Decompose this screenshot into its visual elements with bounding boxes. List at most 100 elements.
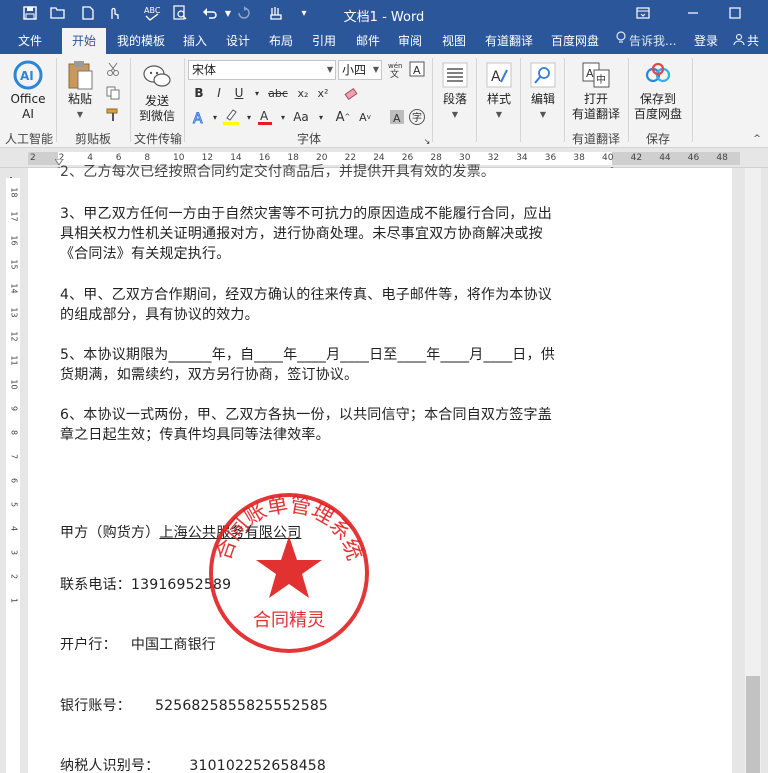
find-icon: [528, 60, 558, 90]
paste-icon: [65, 60, 95, 90]
tell-me-box[interactable]: 告诉我...: [616, 28, 676, 54]
group-font-label: 字体: [296, 132, 321, 146]
vertical-ruler-number: 8: [9, 429, 19, 436]
font-name-combo[interactable]: 宋体 ▼: [188, 60, 336, 80]
tab-references[interactable]: 引用: [304, 28, 344, 54]
tab-review[interactable]: 审阅: [390, 28, 430, 54]
styles-dropdown-icon: ▼: [495, 110, 503, 119]
superscript-icon[interactable]: x²: [314, 84, 332, 102]
strikethrough-icon[interactable]: abc: [266, 84, 290, 102]
share-label: 共: [747, 34, 760, 48]
vertical-ruler-number: 5: [9, 501, 19, 508]
tab-baidu-netdisk[interactable]: 百度网盘: [544, 28, 606, 54]
svg-text:中: 中: [596, 73, 606, 86]
svg-text:AI: AI: [20, 69, 34, 83]
ruler-number: 38: [573, 153, 585, 163]
ribbon: AI Office AI 人工智能 粘贴 ▼ 剪贴板 发送 到微信 文件传输 宋…: [0, 54, 768, 148]
editing-button[interactable]: 编辑 ▼: [524, 60, 562, 122]
word-window: ABC ▼ ▾ 文档1 - Word 文件 开始 我的模板 插入 设计 布局 引…: [0, 0, 768, 773]
bank-line: 开户行： 中国工商银行: [60, 634, 216, 654]
paragraph-icon: [440, 60, 470, 90]
document-page[interactable]: 2、乙方每次已经按照合同约定交付商品后，并提供开具有效的发票。 3、甲乙双方任何…: [28, 164, 732, 773]
office-ai-label-2: AI: [22, 107, 34, 121]
copy-icon[interactable]: [104, 84, 122, 102]
first-line-indent-icon[interactable]: [54, 150, 64, 166]
vertical-ruler-number: 12: [9, 331, 19, 342]
svg-text:A: A: [586, 67, 594, 80]
paste-button[interactable]: 粘贴 ▼: [62, 60, 98, 122]
login-link[interactable]: 登录: [694, 28, 718, 54]
send-label-2: 到微信: [138, 109, 175, 123]
paragraph-button[interactable]: 段落 ▼: [436, 60, 474, 122]
vertical-ruler-number: 11: [9, 355, 19, 366]
clause-4-line-1: 4、甲、乙双方合作期间，经双方确认的往来传真、电子邮件等，将作为本协议: [60, 287, 552, 303]
character-shading-icon[interactable]: A: [388, 108, 406, 126]
svg-text:文: 文: [390, 68, 399, 78]
group-separator: [432, 58, 433, 142]
tab-home[interactable]: 开始: [62, 28, 106, 54]
cut-icon[interactable]: [104, 60, 122, 78]
tab-insert[interactable]: 插入: [176, 28, 214, 54]
clause-3-line-1: 3、甲乙双方任何一方由于自然灾害等不可抗力的原因造成不能履行合同，应出: [60, 206, 552, 222]
bold-icon[interactable]: B: [190, 84, 208, 102]
send-to-wechat-button[interactable]: 发送 到微信: [134, 62, 180, 124]
tab-layout[interactable]: 布局: [262, 28, 300, 54]
clear-formatting-icon[interactable]: [342, 84, 360, 102]
grow-font-icon[interactable]: A ^: [334, 108, 352, 126]
clause-3-line-2: 具相关权力性机关证明通报对方，进行协商处理。未尽事宜双方协商解决或按: [60, 226, 543, 242]
styles-button[interactable]: A 样式 ▼: [480, 60, 518, 122]
ribbon-display-icon[interactable]: [632, 2, 654, 24]
maximize-icon[interactable]: [724, 2, 746, 24]
ruler-number: 34: [516, 153, 528, 163]
share-button[interactable]: 共: [733, 28, 759, 54]
scrollbar-thumb[interactable]: [746, 676, 760, 773]
italic-icon[interactable]: I: [210, 84, 228, 102]
ruler-number: 36: [544, 153, 557, 163]
office-ai-button[interactable]: AI Office AI: [8, 60, 48, 122]
right-indent-icon[interactable]: [607, 160, 617, 176]
tab-my-templates[interactable]: 我的模板: [110, 28, 172, 54]
ruler-number: 48: [716, 153, 728, 163]
font-size-combo[interactable]: 小四 ▼: [338, 60, 382, 80]
editing-dropdown-icon: ▼: [539, 110, 547, 119]
format-painter-icon[interactable]: [104, 106, 122, 124]
tab-design[interactable]: 设计: [218, 28, 258, 54]
highlight-icon[interactable]: [222, 108, 240, 126]
phonetic-guide-icon[interactable]: wén 文: [386, 60, 406, 78]
group-translate-label: 有道翻译: [571, 132, 620, 146]
clause-5-line-2: 货期满，如需续约，双方另行协商，签订协议。: [60, 367, 359, 383]
vertical-ruler-number: 7: [9, 453, 19, 460]
group-separator: [564, 58, 565, 142]
collapse-ribbon-icon[interactable]: ^: [748, 130, 766, 148]
shrink-font-icon[interactable]: Av: [356, 108, 374, 126]
change-case-icon[interactable]: Aa: [290, 108, 312, 126]
tab-file[interactable]: 文件: [8, 28, 52, 54]
minimize-icon[interactable]: [682, 2, 704, 24]
translate-icon: A中: [581, 60, 611, 90]
editing-label: 编辑: [530, 92, 555, 106]
character-border-icon[interactable]: A: [408, 60, 426, 78]
vertical-ruler[interactable]: 18 17 16 15 14 13 12 11 10 9 8 7 6 5 4 3 2 1: [6, 178, 20, 773]
save-to-baidu-button[interactable]: 保存到 百度网盘: [630, 60, 686, 122]
tab-mailings[interactable]: 邮件: [348, 28, 388, 54]
vertical-ruler-number: 9: [9, 405, 19, 412]
tab-youdao-translate[interactable]: 有道翻译: [478, 28, 540, 54]
enclose-characters-icon[interactable]: 字: [408, 108, 426, 126]
group-wechat-label: 文件传输: [133, 132, 182, 146]
vertical-ruler-number: 17: [9, 211, 19, 222]
font-size-value: 小四: [342, 63, 367, 77]
underline-dropdown-icon[interactable]: ▾: [248, 84, 266, 102]
party-a-label: 甲方（购货方）: [60, 525, 160, 541]
open-youdao-translate-button[interactable]: A中 打开 有道翻译: [568, 60, 624, 122]
lightbulb-icon: [616, 28, 626, 54]
subscript-icon[interactable]: x₂: [294, 84, 312, 102]
group-separator: [692, 58, 693, 142]
change-case-dropdown-icon[interactable]: ▾: [312, 108, 330, 126]
group-separator: [56, 58, 57, 142]
underline-icon[interactable]: U: [230, 84, 248, 102]
tab-view[interactable]: 视图: [434, 28, 474, 54]
group-separator: [184, 58, 185, 142]
font-color-icon[interactable]: A: [256, 108, 274, 126]
company-seal-stamp: 合同账单管理系统 合同精灵: [209, 492, 369, 653]
person-icon: [733, 28, 747, 54]
